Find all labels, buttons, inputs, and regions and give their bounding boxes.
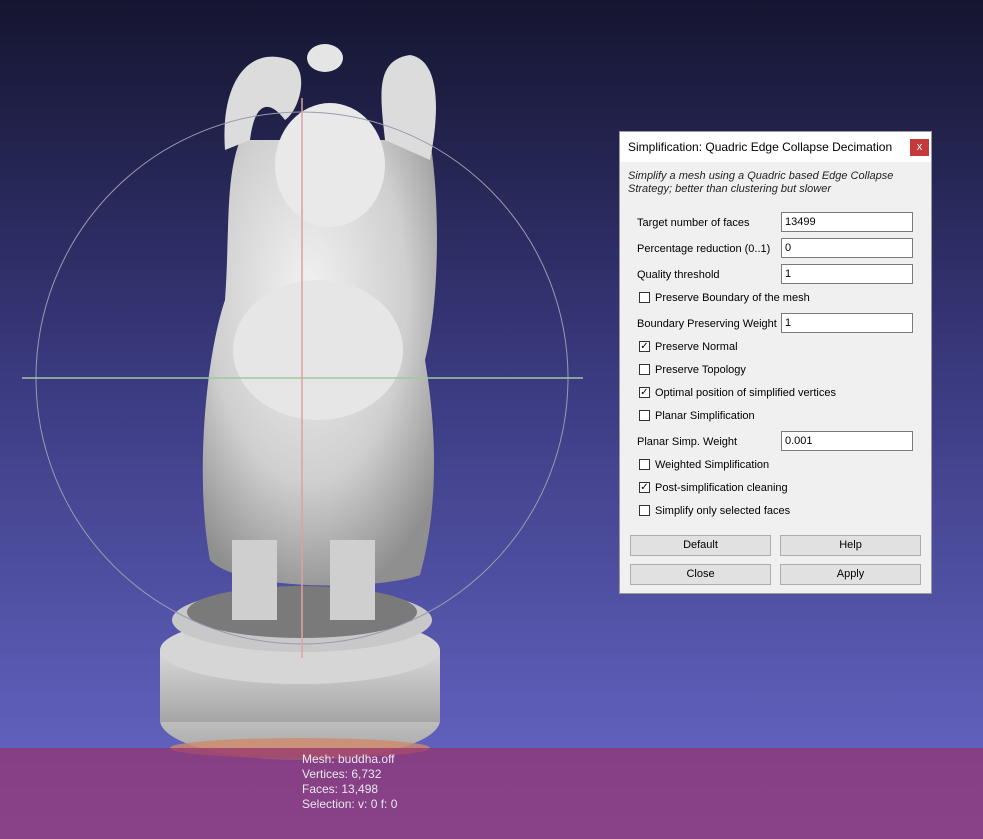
boundary-weight-input[interactable] [781,313,913,333]
checkbox-box[interactable]: ✓ [639,386,650,398]
checkbox-label: Post-simplification cleaning [655,482,788,494]
weighted-simplification-checkbox[interactable]: Weighted Simplification [639,458,770,471]
checkbox-label: Preserve Boundary of the mesh [655,292,810,304]
close-button[interactable]: Close [630,564,771,585]
preserve-normal-checkbox[interactable]: ✓ Preserve Normal [639,340,738,353]
face-count: Faces: 13,498 [302,782,379,796]
boundary-weight-label: Boundary Preserving Weight [637,318,777,330]
checkbox-box[interactable]: ✓ [639,340,650,352]
planar-simplification-checkbox[interactable]: Planar Simplification [639,409,755,422]
apply-button[interactable]: Apply [780,564,921,585]
percentage-reduction-label: Percentage reduction (0..1) [637,243,771,255]
checkbox-label: Optimal position of simplified vertices [655,387,836,399]
checkbox-box[interactable] [639,291,650,303]
only-selected-checkbox[interactable]: Simplify only selected faces [639,504,791,517]
checkbox-box[interactable] [639,458,650,470]
trackball-gizmo[interactable] [22,98,583,658]
mesh-info-bar [0,748,983,839]
quality-threshold-input[interactable] [781,264,913,284]
target-faces-label: Target number of faces [637,217,750,229]
checkbox-label: Planar Simplification [655,410,755,422]
planar-weight-label: Planar Simp. Weight [637,436,738,448]
vertex-count: Vertices: 6,732 [302,767,382,781]
selection-info: Selection: v: 0 f: 0 [302,797,398,811]
simplification-dialog: Simplification: Quadric Edge Collapse De… [619,131,932,594]
checkbox-box[interactable] [639,409,650,421]
preserve-boundary-checkbox[interactable]: Preserve Boundary of the mesh [639,291,810,304]
mesh-info-text: Mesh: buddha.off Vertices: 6,732 Faces: … [302,752,397,812]
dialog-titlebar[interactable]: Simplification: Quadric Edge Collapse De… [620,132,931,162]
close-icon[interactable]: x [910,139,929,156]
dialog-description: Simplify a mesh using a Quadric based Ed… [628,170,894,195]
checkbox-label: Preserve Normal [655,341,738,353]
checkbox-label: Preserve Topology [655,364,746,376]
optimal-position-checkbox[interactable]: ✓ Optimal position of simplified vertices [639,386,836,399]
buddha-statue [160,44,440,760]
checkbox-box[interactable]: ✓ [639,481,650,493]
checkbox-box[interactable] [639,504,650,516]
preserve-topology-checkbox[interactable]: Preserve Topology [639,363,746,376]
target-faces-input[interactable] [781,212,913,232]
checkbox-box[interactable] [639,363,650,375]
post-cleaning-checkbox[interactable]: ✓ Post-simplification cleaning [639,481,788,494]
checkbox-label: Weighted Simplification [655,459,770,471]
mesh-name: Mesh: buddha.off [302,752,395,766]
dialog-title: Simplification: Quadric Edge Collapse De… [628,140,893,154]
quality-threshold-label: Quality threshold [637,269,720,281]
planar-weight-input[interactable] [781,431,913,451]
default-button[interactable]: Default [630,535,771,556]
checkbox-label: Simplify only selected faces [655,505,791,517]
percentage-reduction-input[interactable] [781,238,913,258]
help-button[interactable]: Help [780,535,921,556]
